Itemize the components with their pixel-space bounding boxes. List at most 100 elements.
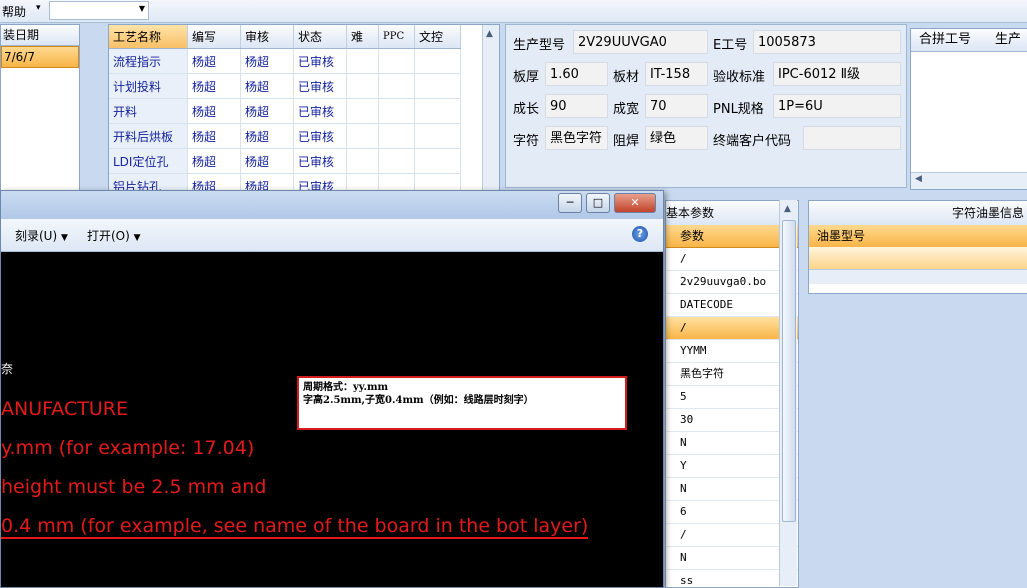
cell-ppc[interactable]: [378, 123, 415, 149]
scroll-up-icon[interactable]: ▲: [486, 29, 493, 39]
help-menu[interactable]: 帮助: [2, 3, 26, 20]
cell-reviewer[interactable]: 杨超: [240, 73, 294, 99]
help-menu-arrow-icon[interactable]: ▾: [36, 3, 41, 13]
product-info-panel: 生产型号 2V29UUVGA0 E工号 1005873 板厚 1.60 板材 I…: [505, 24, 907, 188]
cell-reviewer[interactable]: 杨超: [240, 123, 294, 149]
chevron-down-icon: ▼: [133, 233, 141, 243]
cell-doc-control[interactable]: [414, 148, 461, 174]
open-menu[interactable]: 打开(O) ▼: [87, 227, 141, 244]
column-merge-no[interactable]: 合拼工号: [919, 29, 971, 51]
close-button[interactable]: ✕: [614, 193, 656, 213]
cell-status[interactable]: 已审核: [293, 148, 347, 174]
params-scrollbar[interactable]: ▲: [779, 200, 797, 586]
column-ppc[interactable]: PPC: [378, 25, 415, 49]
cell-ppc[interactable]: [378, 73, 415, 99]
cell-author[interactable]: 杨超: [187, 148, 241, 174]
table-row[interactable]: LDI定位孔 杨超 杨超 已审核: [109, 148, 461, 174]
thickness-field[interactable]: 1.60: [545, 62, 608, 86]
image-canvas[interactable]: 奈 ANUFACTURE y.mm (for example: 17.04) h…: [1, 252, 663, 587]
cell-status[interactable]: 已审核: [293, 123, 347, 149]
column-production[interactable]: 生产: [995, 29, 1021, 51]
material-field[interactable]: IT-158: [645, 62, 708, 86]
ink-hscrollbar[interactable]: [809, 269, 1027, 284]
cell-status[interactable]: 已审核: [293, 98, 347, 124]
cell-reviewer[interactable]: 杨超: [240, 148, 294, 174]
burn-menu[interactable]: 刻录(U) ▼: [15, 227, 68, 244]
cell-doc-control[interactable]: [414, 123, 461, 149]
cell-difficulty[interactable]: [346, 73, 379, 99]
column-reviewer[interactable]: 审核: [240, 25, 294, 49]
chevron-down-icon: ▼: [60, 233, 68, 243]
eno-field[interactable]: 1005873: [753, 30, 901, 54]
merge-panel: 合拼工号 生产 ◀: [910, 28, 1027, 190]
toolbar-combo[interactable]: ▼: [49, 1, 149, 20]
cell-ppc[interactable]: [378, 98, 415, 124]
viewer-titlebar[interactable]: ─ □ ✕: [1, 191, 663, 219]
model-field[interactable]: 2V29UUVGA0: [573, 30, 708, 54]
length-field[interactable]: 90: [545, 94, 608, 118]
viewer-toolbar: 刻录(U) ▼ 打开(O) ▼ ?: [1, 219, 663, 252]
thickness-label: 板厚: [513, 70, 540, 85]
standard-field[interactable]: IPC-6012 Ⅱ级: [773, 62, 901, 86]
column-author[interactable]: 编写: [187, 25, 241, 49]
cell-doc-control[interactable]: [414, 98, 461, 124]
cell-process-name[interactable]: LDI定位孔: [109, 148, 188, 174]
cell-difficulty[interactable]: [346, 48, 379, 74]
column-status[interactable]: 状态: [293, 25, 347, 49]
mask-label: 阻焊: [613, 134, 640, 149]
ink-panel: 字符油墨信息 油墨型号: [808, 200, 1027, 294]
cell-process-name[interactable]: 流程指示: [109, 48, 188, 74]
minimize-button[interactable]: ─: [558, 193, 582, 213]
cell-difficulty[interactable]: [346, 123, 379, 149]
date-column-header[interactable]: 装日期: [1, 25, 79, 46]
maximize-button[interactable]: □: [586, 193, 610, 213]
cell-reviewer[interactable]: 杨超: [240, 98, 294, 124]
model-label: 生产型号: [513, 38, 566, 53]
table-row[interactable]: 开料后烘板 杨超 杨超 已审核: [109, 123, 461, 149]
char-field[interactable]: 黑色字符: [545, 126, 608, 150]
note-box: 周期格式：yy.mm 字高2.5mm,子宽0.4mm（例如：线路层时刻字）: [297, 376, 627, 430]
cell-doc-control[interactable]: [414, 48, 461, 74]
column-difficulty[interactable]: 难: [346, 25, 379, 49]
scroll-left-icon[interactable]: ◀: [915, 174, 922, 184]
scroll-thumb[interactable]: [782, 220, 796, 522]
table-row[interactable]: 流程指示 杨超 杨超 已审核: [109, 48, 461, 74]
merge-hscrollbar[interactable]: ◀: [911, 172, 1027, 189]
cell-process-name[interactable]: 开料后烘板: [109, 123, 188, 149]
width-field[interactable]: 70: [645, 94, 708, 118]
canvas-text-line: height must be 2.5 mm and: [1, 476, 267, 498]
mask-field[interactable]: 绿色: [645, 126, 708, 150]
customer-field[interactable]: [803, 126, 901, 150]
table-row[interactable]: 开料 杨超 杨超 已审核: [109, 98, 461, 124]
table-row[interactable]: 计划投料 杨超 杨超 已审核: [109, 73, 461, 99]
scroll-up-icon[interactable]: ▲: [784, 204, 791, 214]
cell-status[interactable]: 已审核: [293, 48, 347, 74]
cell-author[interactable]: 杨超: [187, 73, 241, 99]
pnl-label: PNL规格: [713, 102, 764, 117]
cell-difficulty[interactable]: [346, 98, 379, 124]
cell-reviewer[interactable]: 杨超: [240, 48, 294, 74]
viewer-window: ─ □ ✕ 刻录(U) ▼ 打开(O) ▼ ? 奈 ANUFACTURE y.m…: [0, 190, 664, 588]
cell-process-name[interactable]: 计划投料: [109, 73, 188, 99]
cell-difficulty[interactable]: [346, 148, 379, 174]
ink-column-header[interactable]: 油墨型号: [809, 225, 1027, 247]
pnl-field[interactable]: 1P=6U: [773, 94, 901, 118]
date-row-selected[interactable]: 7/6/7: [1, 46, 79, 68]
eno-label: E工号: [713, 38, 748, 53]
date-panel: 装日期 7/6/7: [0, 24, 80, 192]
cell-status[interactable]: 已审核: [293, 73, 347, 99]
help-icon[interactable]: ?: [632, 226, 648, 242]
cell-author[interactable]: 杨超: [187, 98, 241, 124]
cell-author[interactable]: 杨超: [187, 123, 241, 149]
cell-doc-control[interactable]: [414, 73, 461, 99]
cell-ppc[interactable]: [378, 148, 415, 174]
column-doc-control[interactable]: 文控: [414, 25, 461, 49]
process-grid-scrollbar[interactable]: ▲: [482, 25, 499, 193]
cell-author[interactable]: 杨超: [187, 48, 241, 74]
length-label: 成长: [513, 102, 540, 117]
cell-ppc[interactable]: [378, 48, 415, 74]
ink-row-selected[interactable]: [809, 247, 1027, 269]
column-process-name[interactable]: 工艺名称: [109, 25, 188, 49]
cell-process-name[interactable]: 开料: [109, 98, 188, 124]
customer-label: 终端客户代码: [713, 134, 792, 149]
